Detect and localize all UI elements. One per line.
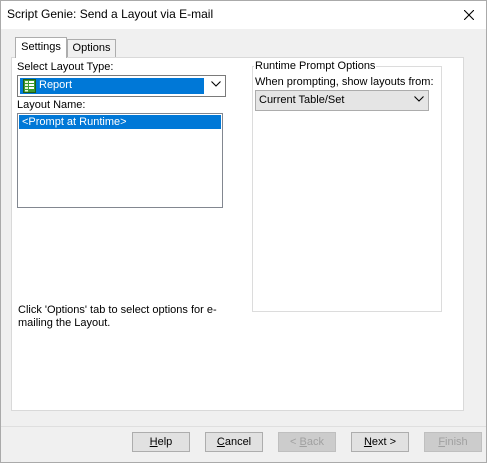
script-genie-dialog: Script Genie: Send a Layout via E-mail S… — [0, 0, 487, 463]
window-title: Script Genie: Send a Layout via E-mail — [7, 7, 214, 21]
close-icon — [464, 10, 474, 20]
cancel-button[interactable]: Cancel — [205, 432, 263, 452]
layout-name-list[interactable]: <Prompt at Runtime> — [17, 113, 223, 208]
prompt-source-label: When prompting, show layouts from: — [255, 76, 434, 88]
close-button[interactable] — [452, 1, 486, 29]
layout-type-value: Report — [39, 79, 73, 91]
chevron-down-icon — [414, 96, 424, 102]
layout-type-select[interactable]: Report — [17, 75, 226, 97]
list-item[interactable]: <Prompt at Runtime> — [19, 115, 221, 129]
options-hint-text: Click 'Options' tab to select options fo… — [18, 304, 217, 329]
title-bar[interactable]: Script Genie: Send a Layout via E-mail — [1, 1, 486, 29]
back-button[interactable]: < Back — [278, 432, 336, 452]
tab-settings-label: Settings — [21, 41, 61, 53]
tab-settings[interactable]: Settings — [15, 37, 67, 58]
chevron-down-icon — [211, 81, 221, 87]
prompt-source-select[interactable]: Current Table/Set — [255, 90, 429, 111]
next-button[interactable]: Next > — [351, 432, 409, 452]
report-icon — [23, 79, 36, 93]
finish-button[interactable]: Finish — [424, 432, 482, 452]
button-separator — [1, 426, 486, 427]
prompt-source-value: Current Table/Set — [259, 94, 345, 106]
tab-options[interactable]: Options — [67, 39, 116, 58]
layout-name-label: Layout Name: — [17, 99, 86, 111]
runtime-prompt-group-title: Runtime Prompt Options — [254, 60, 377, 72]
tab-options-label: Options — [72, 42, 111, 54]
help-button[interactable]: Help — [132, 432, 190, 452]
layout-type-label: Select Layout Type: — [17, 61, 114, 73]
layout-type-selected: Report — [20, 78, 204, 94]
